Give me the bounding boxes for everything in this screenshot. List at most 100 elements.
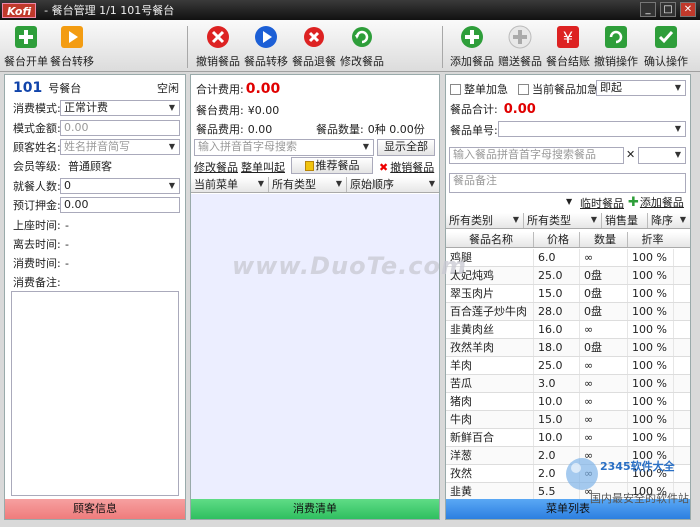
add-item-button[interactable]: 添加餐品 [446, 24, 498, 69]
cell-name: 牛肉 [446, 411, 534, 428]
table-row[interactable]: 孜然羊肉 18.0 0盘 100 % [446, 339, 690, 357]
show-all-button[interactable]: 显示全部 [377, 139, 435, 156]
chevron-down-icon[interactable]: ▼ [566, 197, 572, 206]
category-filter[interactable]: 所有类别 ▼ [446, 213, 524, 228]
recommend-button[interactable]: 推荐餐品 [291, 157, 373, 174]
modify-item-link[interactable]: 修改餐品 [194, 159, 238, 175]
chevron-down-icon: ▼ [362, 142, 370, 151]
consume-mode-select[interactable]: 正常计费 ▼ [60, 100, 180, 116]
cell-qty: 0盘 [580, 339, 628, 356]
cancel-item-button[interactable]: 撤销餐品 [192, 24, 244, 69]
deposit-field[interactable]: 0.00 [60, 197, 180, 213]
chevron-down-icon: ▼ [168, 103, 176, 112]
table-row[interactable]: 百合莲子炒牛肉 28.0 0盘 100 % [446, 303, 690, 321]
open-table-button[interactable]: 餐台开单 [0, 24, 52, 69]
cell-name: 羊肉 [446, 357, 534, 374]
table-row[interactable]: 苦瓜 3.0 ∞ 100 % [446, 375, 690, 393]
table-row[interactable]: 猪肉 10.0 ∞ 100 % [446, 393, 690, 411]
table-row[interactable]: 羊肉 25.0 ∞ 100 % [446, 357, 690, 375]
item-count-value: 0种 0.00份 [367, 123, 425, 136]
current-menu-filter[interactable]: 当前菜单 ▼ [191, 177, 269, 192]
notes-textarea[interactable] [11, 291, 179, 496]
type-filter[interactable]: 所有类型 ▼ [524, 213, 602, 228]
consumption-grid[interactable] [191, 194, 439, 499]
chevron-down-icon: ▼ [335, 179, 343, 188]
modify-item-button[interactable]: 修改餐品 [336, 24, 388, 69]
undo-button[interactable]: 撤销操作 [590, 24, 642, 69]
checkbox[interactable] [518, 83, 529, 95]
transfer-table-button[interactable]: 餐台转移 [46, 24, 98, 69]
cell-qty: 0盘 [580, 267, 628, 284]
cell-name: 猪肉 [446, 393, 534, 410]
yen-icon: ¥ [557, 26, 579, 48]
cell-disc: 100 % [628, 393, 674, 410]
check-icon [655, 26, 677, 48]
table-name: 号餐台 [48, 82, 82, 95]
checkout-button[interactable]: ¥ 餐台结账 [542, 24, 594, 69]
cell-disc: 100 % [628, 267, 674, 284]
cell-name: 孜然羊肉 [446, 339, 534, 356]
add-item-link[interactable]: ✚ 添加餐品 [628, 194, 684, 210]
item-fee-value: 0.00 [247, 123, 273, 136]
play-icon [61, 26, 83, 48]
menu-filter-bar: 所有类别 ▼ 所有类型 ▼ 销售量 降序 ▼ [446, 213, 690, 229]
member-level-value: 普通顾客 [68, 160, 112, 173]
toolbar-separator [442, 26, 443, 68]
plus-icon [15, 26, 37, 48]
all-type-filter[interactable]: 所有类型 ▼ [269, 177, 347, 192]
plus-icon: ✚ [628, 194, 639, 210]
temp-item-link[interactable]: 临时餐品 [580, 195, 624, 211]
table-row[interactable]: 太妃炖鸡 25.0 0盘 100 % [446, 267, 690, 285]
maximize-button[interactable]: □ [660, 2, 676, 17]
customer-info-tab[interactable]: 顾客信息 [5, 499, 185, 519]
item-notes-field[interactable]: 餐品备注 [449, 173, 686, 193]
consumption-list-tab[interactable]: 消费清单 [191, 499, 439, 519]
menu-search-input[interactable]: 输入餐品拼音首字母搜索餐品 [449, 147, 624, 164]
cell-name: 新鲜百合 [446, 429, 534, 446]
x-icon: ✖ [379, 160, 389, 174]
cell-qty: ∞ [580, 249, 628, 266]
timing-select[interactable]: 即起 ▼ [596, 80, 686, 96]
cell-name: 翠玉肉片 [446, 285, 534, 302]
cell-qty: ∞ [580, 393, 628, 410]
sort-direction-filter[interactable]: 降序 ▼ [648, 213, 690, 228]
menu-table-header: 餐品名称 价格 数量 折率 [446, 232, 690, 248]
cell-qty: ∞ [580, 411, 628, 428]
order-number-select[interactable]: ▼ [498, 121, 686, 137]
toolbar: 餐台开单 餐台转移 撤销餐品 餐品转移 餐品退餐 修改餐品 添加餐品 赠送餐品 … [0, 20, 700, 72]
return-item-button[interactable]: 餐品退餐 [288, 24, 340, 69]
cell-price: 15.0 [534, 285, 580, 302]
total-amount: 0.00 [245, 81, 281, 97]
call-all-link[interactable]: 整单叫起 [241, 159, 285, 175]
cell-qty: 0盘 [580, 285, 628, 302]
customer-name-field[interactable]: 姓名拼音简写 ▼ [60, 139, 180, 155]
transfer-item-button[interactable]: 餐品转移 [240, 24, 292, 69]
checkbox[interactable] [450, 83, 461, 95]
diners-select[interactable]: 0 ▼ [60, 178, 180, 194]
gift-item-button[interactable]: 赠送餐品 [494, 24, 546, 69]
title-bar: Kofi - 餐台管理 1/1 101号餐台 _ □ ✕ [0, 0, 700, 20]
table-row[interactable]: 翠玉肉片 15.0 0盘 100 % [446, 285, 690, 303]
table-row[interactable]: 韭黄肉丝 16.0 ∞ 100 % [446, 321, 690, 339]
search-type-select[interactable]: ▼ [638, 147, 686, 164]
confirm-button[interactable]: 确认操作 [640, 24, 692, 69]
table-row[interactable]: 新鲜百合 10.0 ∞ 100 % [446, 429, 690, 447]
refresh-icon [352, 27, 372, 47]
cell-name: 孜然 [446, 465, 534, 482]
sort-field-filter[interactable]: 销售量 [602, 213, 648, 228]
cell-qty: ∞ [580, 357, 628, 374]
cell-name: 苦瓜 [446, 375, 534, 392]
cancel-item-link[interactable]: ✖ 撤销餐品 [379, 159, 434, 175]
close-button[interactable]: ✕ [680, 2, 696, 17]
toolbar-separator [187, 26, 188, 68]
cell-name: 韭黄 [446, 483, 534, 499]
item-search-input[interactable]: 输入拼音首字母搜索 ▼ [194, 139, 374, 156]
note-icon [304, 161, 314, 171]
minimize-button[interactable]: _ [640, 2, 656, 17]
table-row[interactable]: 鸡腿 6.0 ∞ 100 % [446, 249, 690, 267]
corner-watermark: 2345软件大全 国内最安全的软件站 [560, 452, 700, 512]
template-amount-field[interactable]: 0.00 [60, 120, 180, 136]
table-row[interactable]: 牛肉 15.0 ∞ 100 % [446, 411, 690, 429]
sort-order-filter[interactable]: 原始顺序 ▼ [347, 177, 439, 192]
clear-icon[interactable]: ✕ [626, 148, 635, 161]
